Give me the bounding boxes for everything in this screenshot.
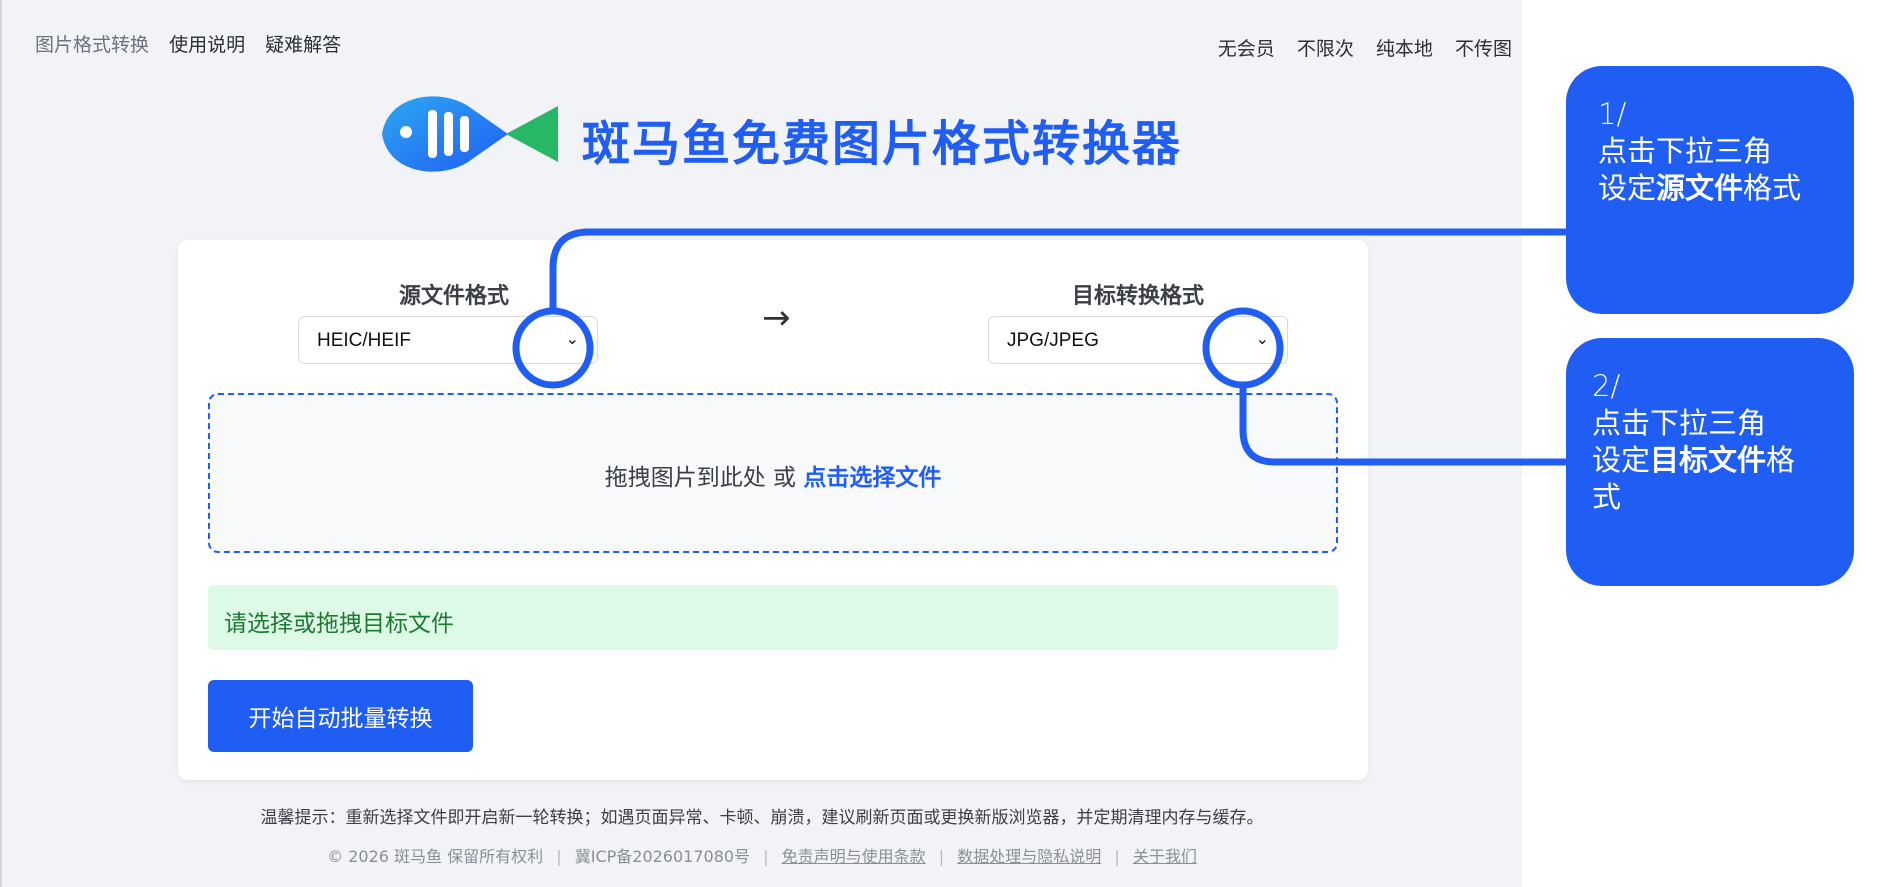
target-format-value: JPG/JPEG [1007,330,1099,351]
tagline-unlimited: 不限次 [1296,38,1354,60]
dropzone-text: 拖拽图片到此处 或 点击选择文件 [210,458,1336,492]
callout-step-number: 2/ [1592,369,1621,403]
zebrafish-logo-icon [382,96,558,172]
callout-bold: 源文件 [1656,171,1744,205]
status-message: 请选择或拖拽目标文件 [208,585,1338,650]
callout-step-1: 1/ 点击下拉三角 设定源文件格式 [1566,66,1854,314]
arrow-right-icon: → [762,298,791,338]
chevron-down-icon[interactable]: ⌄ [1256,329,1269,349]
source-format-select[interactable]: HEIC/HEIF ⌄ [298,316,598,364]
source-format-value: HEIC/HEIF [317,330,411,351]
tagline-local: 纯本地 [1375,38,1433,60]
footer-link-about[interactable]: 关于我们 [1133,847,1197,866]
top-nav: 图片格式转换 使用说明 疑难解答 [35,30,355,57]
callout-line: 设定源文件格式 [1598,170,1824,207]
callout-step-2: 2/ 点击下拉三角 设定目标文件格式 [1566,338,1854,586]
footer-separator: | [938,847,945,866]
footer-separator: | [763,847,769,866]
footer-separator: | [556,847,562,866]
warm-tip: 温馨提示：重新选择文件即开启新一轮转换；如遇页面异常、卡顿、崩溃，建议刷新页面或… [260,808,1264,828]
callout-prefix: 设定 [1592,443,1651,477]
tagline-no-upload: 不传图 [1454,38,1512,60]
nav-item-instructions[interactable]: 使用说明 [169,34,245,56]
icp-text: 冀ICP备2026017080号 [574,847,751,866]
callout-line: 设定目标文件格式 [1592,442,1824,516]
app-window: 图片格式转换 使用说明 疑难解答 无会员 不限次 纯本地 不传图 斑马鱼免费图片… [0,0,1522,887]
footer-link-privacy[interactable]: 数据处理与隐私说明 [957,847,1101,866]
footer-link-disclaimer[interactable]: 免责声明与使用条款 [782,847,926,866]
brand-title: 斑马鱼免费图片格式转换器 [582,116,1183,172]
callout-step-number: 1/ [1598,97,1627,131]
copyright-text: © 2026 斑马鱼 保留所有权利 [327,847,544,866]
source-format-label: 源文件格式 [398,284,509,309]
callout-suffix: 格式 [1743,171,1802,205]
callout-line: 点击下拉三角 [1592,406,1767,440]
target-format-label: 目标转换格式 [1071,284,1204,309]
tagline-no-membership: 无会员 [1217,38,1275,60]
target-format-select[interactable]: JPG/JPEG ⌄ [988,316,1288,364]
callout-bold: 目标文件 [1650,443,1767,477]
callout-line: 点击下拉三角 [1598,134,1773,168]
start-conversion-button[interactable]: 开始自动批量转换 [208,680,473,752]
chevron-down-icon[interactable]: ⌄ [566,329,579,349]
file-dropzone[interactable]: 拖拽图片到此处 或 点击选择文件 [208,393,1338,553]
callout-prefix: 设定 [1598,171,1657,205]
footer: © 2026 斑马鱼 保留所有权利 | 冀ICP备2026017080号 | 免… [2,843,1522,867]
select-file-link[interactable]: 点击选择文件 [803,465,941,491]
nav-item-image-convert[interactable]: 图片格式转换 [35,34,149,56]
nav-item-faq[interactable]: 疑难解答 [265,34,341,56]
footer-separator: | [1114,847,1120,866]
dropzone-prompt: 拖拽图片到此处 或 [604,465,804,491]
feature-taglines: 无会员 不限次 纯本地 不传图 [1202,34,1512,61]
